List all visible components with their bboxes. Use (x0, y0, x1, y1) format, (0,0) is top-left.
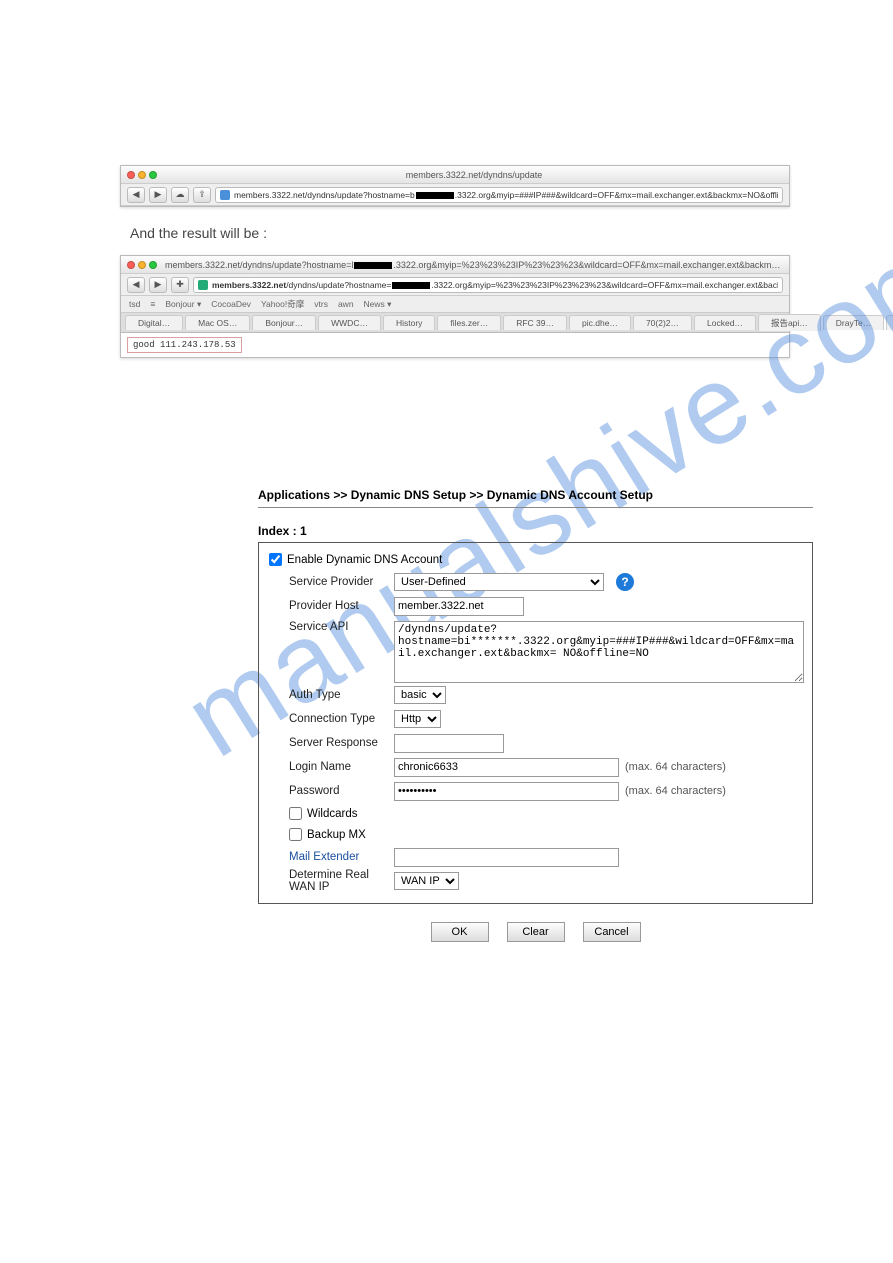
forward-button[interactable]: ▶ (149, 277, 167, 293)
backup-mx-label: Backup MX (307, 829, 366, 841)
tab[interactable]: 报告api… (758, 314, 821, 331)
tab[interactable]: m… (886, 315, 893, 330)
clear-button[interactable]: Clear (507, 922, 565, 942)
service-provider-label: Service Provider (289, 576, 394, 588)
tab[interactable]: WWDC… (318, 315, 381, 330)
cancel-button[interactable]: Cancel (583, 922, 641, 942)
connection-type-select[interactable]: Http (394, 710, 441, 728)
bookmark-item[interactable]: Yahoo!奇摩 (261, 298, 304, 310)
close-icon[interactable] (127, 261, 135, 269)
traffic-lights (127, 261, 157, 269)
index-title: Index : 1 (258, 524, 813, 538)
server-response-label: Server Response (289, 737, 394, 749)
window-title: members.3322.net/dyndns/update?hostname=… (165, 260, 783, 270)
wildcards-checkbox[interactable] (289, 807, 302, 820)
back-button[interactable]: ◀ (127, 277, 145, 293)
mail-extender-input[interactable] (394, 848, 619, 867)
tab[interactable]: Digital… (125, 315, 183, 330)
ok-button[interactable]: OK (431, 922, 489, 942)
share-button[interactable]: ⇪ (193, 187, 211, 203)
site-icon (220, 190, 230, 200)
password-input[interactable] (394, 782, 619, 801)
bookmark-item[interactable]: vtrs (314, 299, 328, 309)
bookmark-item[interactable]: News ▾ (364, 299, 392, 310)
url-text: members.3322.net/dyndns/update?hostname=… (212, 280, 778, 290)
add-button[interactable]: ✚ (171, 277, 189, 293)
close-icon[interactable] (127, 171, 135, 179)
backup-mx-checkbox[interactable] (289, 828, 302, 841)
server-response-input[interactable] (394, 734, 504, 753)
tab[interactable]: pic.dhe… (569, 315, 631, 330)
bookmark-item[interactable]: ≡ (150, 299, 155, 309)
tab[interactable]: RFC 39… (503, 315, 567, 330)
provider-host-input[interactable] (394, 597, 524, 616)
url-bar[interactable]: members.3322.net/dyndns/update?hostname=… (193, 277, 783, 293)
tab[interactable]: Mac OS… (185, 315, 250, 330)
auth-type-label: Auth Type (289, 689, 394, 701)
provider-host-label: Provider Host (289, 600, 394, 612)
password-hint: (max. 64 characters) (625, 785, 726, 797)
minimize-icon[interactable] (138, 261, 146, 269)
service-api-textarea[interactable]: /dyndns/update? hostname=bi*******.3322.… (394, 621, 804, 683)
password-label: Password (289, 785, 394, 797)
breadcrumb: Applications >> Dynamic DNS Setup >> Dyn… (258, 488, 813, 508)
browser-window-2: members.3322.net/dyndns/update?hostname=… (120, 255, 790, 358)
determine-wan-label: Determine Real WAN IP (289, 869, 394, 893)
wildcards-label: Wildcards (307, 808, 357, 820)
browser-window-1: members.3322.net/dyndns/update ◀ ▶ ☁ ⇪ m… (120, 165, 790, 207)
help-icon[interactable]: ? (616, 573, 634, 591)
bookmark-item[interactable]: tsd (129, 299, 140, 309)
traffic-lights (127, 171, 157, 179)
tab-strip: Digital… Mac OS… Bonjour… WWDC… History … (121, 313, 789, 333)
tab[interactable]: 70(2)2… (633, 315, 692, 330)
auth-type-select[interactable]: basic (394, 686, 446, 704)
login-name-hint: (max. 64 characters) (625, 761, 726, 773)
login-name-label: Login Name (289, 761, 394, 773)
enable-ddns-label: Enable Dynamic DNS Account (287, 554, 442, 566)
bookmark-item[interactable]: Bonjour ▾ (165, 299, 201, 310)
url-text: members.3322.net/dyndns/update?hostname=… (234, 190, 778, 200)
tab[interactable]: Locked… (694, 315, 756, 330)
minimize-icon[interactable] (138, 171, 146, 179)
connection-type-label: Connection Type (289, 713, 394, 725)
bookmark-button[interactable]: ☁ (171, 187, 189, 203)
zoom-icon[interactable] (149, 171, 157, 179)
tab[interactable]: files.zer… (437, 315, 501, 330)
redacted-block (416, 192, 454, 199)
service-provider-select[interactable]: User-Defined (394, 573, 604, 591)
caption-text: And the result will be : (130, 225, 873, 241)
forward-button[interactable]: ▶ (149, 187, 167, 203)
config-panel: Enable Dynamic DNS Account Service Provi… (258, 542, 813, 904)
mail-extender-label: Mail Extender (289, 851, 394, 863)
bookmark-item[interactable]: CocoaDev (211, 299, 251, 309)
tab[interactable]: DrayTe… (823, 315, 884, 330)
determine-wan-select[interactable]: WAN IP (394, 872, 459, 890)
tab[interactable]: History (383, 315, 435, 330)
login-name-input[interactable] (394, 758, 619, 777)
site-icon (198, 280, 208, 290)
enable-ddns-checkbox[interactable] (269, 553, 282, 566)
zoom-icon[interactable] (149, 261, 157, 269)
result-text: good 111.243.178.53 (127, 337, 242, 353)
tab[interactable]: Bonjour… (252, 315, 316, 330)
back-button[interactable]: ◀ (127, 187, 145, 203)
service-api-label: Service API (289, 621, 394, 633)
url-bar[interactable]: members.3322.net/dyndns/update?hostname=… (215, 187, 783, 203)
bookmarks-bar[interactable]: tsd ≡ Bonjour ▾ CocoaDev Yahoo!奇摩 vtrs a… (121, 296, 789, 313)
bookmark-item[interactable]: awn (338, 299, 354, 309)
window-title: members.3322.net/dyndns/update (165, 170, 783, 180)
